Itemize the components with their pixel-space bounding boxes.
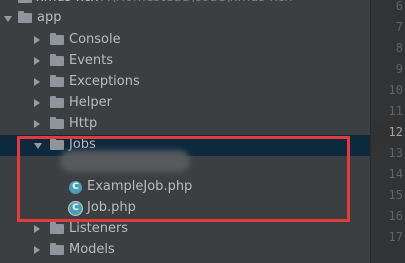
redacted-blur	[60, 150, 190, 172]
tree-item-label: app	[37, 10, 62, 25]
chevron-right-icon[interactable]	[34, 225, 40, 233]
chevron-right-icon[interactable]	[34, 36, 40, 44]
line-number-current: 12	[371, 122, 403, 143]
line-number: 15	[388, 188, 403, 202]
tree-row-http[interactable]: Http	[0, 114, 370, 135]
tree-row-app[interactable]: app	[0, 8, 370, 29]
tree-row-exceptions[interactable]: Exceptions	[0, 72, 370, 93]
tree-row-console[interactable]: Console	[0, 30, 370, 51]
tree-item-label: Models	[69, 242, 115, 257]
tree-item-label: Console	[69, 32, 121, 47]
tree-row-job[interactable]: C Job.php	[0, 198, 370, 219]
tree-item-label: Job.php	[87, 200, 136, 215]
folder-icon	[50, 54, 64, 66]
line-number-gutter: 6 7 8 9 10 11 12 13 14 15 16 17	[370, 0, 405, 263]
project-tree: xmds-xcx F:\Homestead\code\xmds-xcx app …	[0, 0, 370, 263]
folder-icon	[18, 0, 32, 3]
folder-icon	[50, 75, 64, 87]
folder-icon	[18, 11, 32, 23]
tree-item-label: Helper	[69, 95, 112, 110]
folder-icon	[50, 138, 64, 150]
chevron-right-icon[interactable]	[34, 99, 40, 107]
php-abstract-class-icon: C	[69, 202, 82, 215]
line-number: 11	[388, 104, 403, 118]
line-number: 10	[388, 83, 403, 97]
tree-row-models[interactable]: Models	[0, 240, 370, 261]
folder-icon	[50, 222, 64, 234]
php-class-icon: C	[69, 181, 82, 194]
tree-row-listeners[interactable]: Listeners	[0, 219, 370, 240]
line-number: 6	[395, 0, 403, 13]
tree-row-examplejob[interactable]: C ExampleJob.php	[0, 177, 370, 198]
line-number: 7	[395, 20, 403, 34]
chevron-right-icon[interactable]	[34, 78, 40, 86]
tree-item-label: Listeners	[69, 221, 129, 236]
chevron-right-icon[interactable]	[34, 120, 40, 128]
folder-icon	[50, 243, 64, 255]
tree-row-redacted[interactable]	[0, 150, 370, 177]
folder-icon	[50, 117, 64, 129]
tree-row-helper[interactable]: Helper	[0, 93, 370, 114]
folder-icon	[50, 96, 64, 108]
line-number: 9	[395, 62, 403, 76]
tree-item-label: Events	[69, 53, 114, 68]
folder-icon	[50, 33, 64, 45]
chevron-right-icon[interactable]	[34, 57, 40, 65]
tree-item-label: Http	[69, 116, 98, 131]
line-number: 17	[388, 230, 403, 244]
line-number: 16	[388, 209, 403, 223]
tree-item-label: Exceptions	[69, 74, 140, 89]
chevron-down-icon[interactable]	[4, 16, 12, 22]
tree-item-label: ExampleJob.php	[87, 179, 193, 194]
line-number: 13	[388, 146, 403, 160]
line-number: 8	[395, 41, 403, 55]
chevron-right-icon[interactable]	[34, 246, 40, 254]
chevron-down-icon[interactable]	[34, 143, 42, 149]
tree-row-events[interactable]: Events	[0, 51, 370, 72]
line-number: 14	[388, 167, 403, 181]
